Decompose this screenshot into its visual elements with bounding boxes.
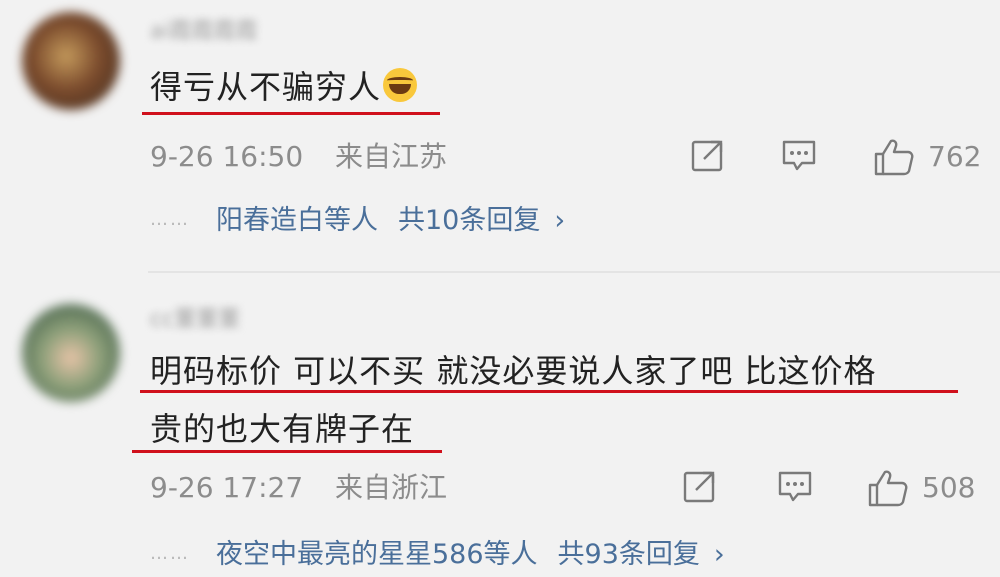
avatar[interactable] [22,12,120,110]
thumbs-up-icon [874,139,914,176]
replies-link[interactable]: …… 夜空中最亮的星星586等人 共93条回复 › [150,536,725,572]
like-button[interactable] [866,468,910,508]
username[interactable]: cc董董董 [150,306,240,334]
comment-text: 明码标价 可以不买 就没必要说人家了吧 比这价格 贵的也大有牌子在 [150,350,877,466]
reply-names: 夜空中最亮的星星586等人 [216,539,538,570]
share-icon [683,471,715,503]
divider [148,271,1000,273]
dots-icon: …… [150,209,190,230]
red-highlight-underline [132,450,442,453]
dots-icon: …… [150,543,190,564]
comment-icon [778,471,812,502]
share-button[interactable] [690,137,726,177]
comment-button[interactable] [780,137,818,177]
reply-count: 共10条回复 [398,205,541,236]
avatar[interactable] [22,304,120,402]
reply-names: 阳春造白等人 [216,205,378,236]
comment-actions: 508 [0,468,1000,508]
chevron-right-icon: › [554,205,566,236]
reply-count: 共93条回复 [557,539,700,570]
comment-item: ai霞霞霞霞 得亏从不骗穷人 9-26 16:50 来自江苏 762 …… 阳春… [0,0,1000,272]
comment-actions: 762 [0,137,1000,177]
replies-link[interactable]: …… 阳春造白等人 共10条回复 › [150,202,565,238]
like-button[interactable] [872,137,916,177]
red-highlight-underline [142,112,440,115]
comment-text: 得亏从不骗穷人 [150,66,418,124]
comment-text-line: 明码标价 可以不买 就没必要说人家了吧 比这价格 [150,352,877,390]
comment-button[interactable] [776,468,814,508]
comment-item: cc董董董 明码标价 可以不买 就没必要说人家了吧 比这价格 贵的也大有牌子在 … [0,274,1000,577]
chevron-right-icon: › [713,539,725,570]
comment-text-line: 得亏从不骗穷人 [150,68,382,106]
comment-text-line: 贵的也大有牌子在 [150,410,415,448]
thumbs-up-icon [868,470,908,507]
like-count: 762 [928,140,982,173]
like-count: 508 [922,471,976,504]
red-highlight-underline [140,390,958,393]
share-button[interactable] [682,468,718,508]
share-icon [691,140,723,172]
username[interactable]: ai霞霞霞霞 [150,18,258,46]
comment-icon [782,140,816,171]
laughing-tears-emoji-icon [383,68,418,102]
